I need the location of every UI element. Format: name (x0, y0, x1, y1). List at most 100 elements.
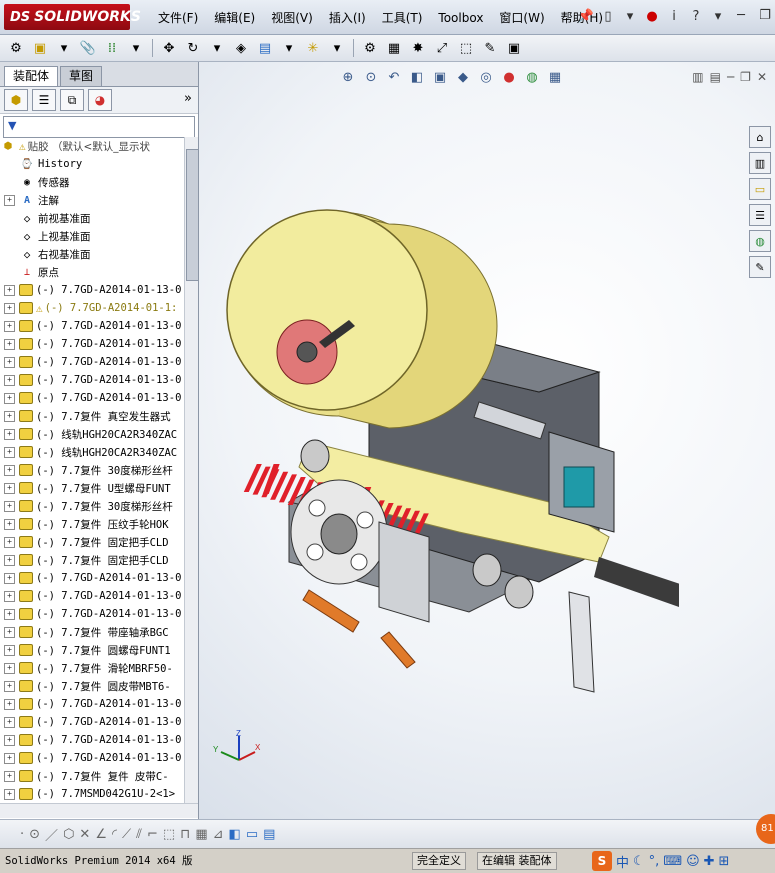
split-vertical-icon[interactable]: ▥ (692, 70, 703, 84)
tree-horizontal-scrollbar[interactable] (0, 803, 198, 818)
expand-icon[interactable]: + (4, 284, 15, 296)
traffic-light-icon[interactable]: ● (643, 7, 661, 25)
info-icon[interactable]: i (665, 7, 683, 25)
interference-detection-icon[interactable]: ⬚ (456, 38, 476, 58)
tree-item[interactable]: ⌚ History (0, 155, 183, 173)
explode-line-sketch-icon[interactable]: ⤢ (432, 38, 452, 58)
tree-item[interactable]: + (-) 7.7复件 滑轮MBRF50- (0, 659, 183, 677)
file-explorer-icon[interactable]: ▭ (749, 178, 771, 200)
restore-doc-icon[interactable]: ❐ (740, 70, 751, 84)
tree-item[interactable]: + (-) 7.7GD-A2014-01-13-0 (0, 335, 183, 353)
insert-component-icon[interactable]: ▣ (30, 38, 50, 58)
tree-item[interactable]: + (-) 7.7GD-A2014-01-13-0 (0, 371, 183, 389)
tree-item[interactable]: + (-) 7.7复件 圆螺母FUNT1 (0, 641, 183, 659)
ime-mode-label[interactable]: 中 (616, 852, 629, 871)
expand-icon[interactable]: + (4, 320, 15, 332)
tree-item[interactable]: + (-) 7.7复件 U型螺母FUNT (0, 479, 183, 497)
menu-item[interactable]: 文件(F) (150, 9, 206, 27)
hide-show-items-icon[interactable]: ◎ (477, 68, 495, 86)
help-icon[interactable]: ? (687, 7, 705, 25)
expand-icon[interactable]: + (4, 788, 15, 800)
apply-scene-icon[interactable]: ◍ (523, 68, 541, 86)
tree-item[interactable]: + (-) 7.7GD-A2014-01-13-0 (0, 731, 183, 749)
new-motion-study-icon[interactable]: ⚙ (360, 38, 380, 58)
menu-item[interactable]: 编辑(E) (206, 9, 263, 27)
edit-appearance-icon[interactable]: ● (500, 68, 518, 86)
expand-icon[interactable]: + (4, 752, 15, 764)
expand-icon[interactable]: + (4, 482, 15, 494)
line-icon[interactable]: ／ (45, 825, 58, 844)
expand-icon[interactable]: + (4, 374, 15, 386)
tree-item[interactable]: + (-) 7.7复件 固定把手CLD (0, 551, 183, 569)
minimize-button[interactable]: ─ (731, 7, 751, 25)
tree-item[interactable]: + (-) 7.7GD-A2014-01-13-0 (0, 587, 183, 605)
tree-root[interactable]: ⬢ ⚠ 贴胶 （默认<默认_显示状 (0, 137, 183, 155)
expand-icon[interactable]: + (4, 554, 15, 566)
expand-icon[interactable]: + (4, 410, 15, 422)
expand-icon[interactable]: + (4, 734, 15, 746)
expand-icon[interactable]: + (4, 338, 15, 350)
polygon-icon[interactable]: ⬡ (63, 827, 74, 842)
design-library-icon[interactable]: ▥ (749, 152, 771, 174)
new-document-icon[interactable]: ▯ (599, 7, 617, 25)
grid-icon[interactable]: ▦ (195, 827, 207, 842)
expand-icon[interactable]: + (4, 536, 15, 548)
large-assembly-icon[interactable]: ▣ (504, 38, 524, 58)
grid-menu-icon[interactable]: ⊞ (719, 854, 730, 869)
dimension-icon[interactable]: ⊓ (180, 827, 190, 842)
dropdown-icon[interactable]: ▾ (207, 38, 227, 58)
view-orientation-icon[interactable]: ▣ (431, 68, 449, 86)
mirror-icon[interactable]: ⟋ (122, 827, 131, 842)
menu-item[interactable]: 窗口(W) (491, 9, 552, 27)
hidden-lines-icon[interactable]: ▭ (246, 827, 258, 842)
solidworks-resources-icon[interactable]: ⌂ (749, 126, 771, 148)
solidworks-logo[interactable]: DS SOLIDWORKS (4, 4, 141, 30)
tree-item[interactable]: + A 注解 (0, 191, 183, 209)
view-palette-icon[interactable]: ☰ (749, 204, 771, 226)
display-manager-icon[interactable]: ◕ (88, 89, 112, 111)
previous-view-icon[interactable]: ↶ (385, 68, 403, 86)
section-view-icon[interactable]: ◧ (408, 68, 426, 86)
graphics-area[interactable]: ⊕ ⊙ ↶ ◧ ▣ ◆ ◎ ● ◍ ▦ ▥ ▤ ─ ❐ ✕ ⌂ ▥ ▭ ☰ ◍ … (199, 62, 775, 819)
tree-item[interactable]: ◉ 传感器 (0, 173, 183, 191)
dropdown-icon[interactable]: ▾ (54, 38, 74, 58)
dropdown-icon[interactable]: ▾ (327, 38, 347, 58)
view-settings-icon[interactable]: ▦ (546, 68, 564, 86)
tree-item[interactable]: ◇ 右视基准面 (0, 245, 183, 263)
menu-item[interactable]: 视图(V) (263, 9, 321, 27)
tree-item[interactable]: + (-) 7.7复件 复件 皮带C- (0, 767, 183, 785)
tree-item[interactable]: + (-) 7.7复件 圆皮带MBT6- (0, 677, 183, 695)
expand-icon[interactable]: + (4, 392, 15, 404)
feature-manager-icon[interactable]: ⬢ (4, 89, 28, 111)
menu-item[interactable]: 插入(I) (321, 9, 374, 27)
expand-icon[interactable]: + (4, 500, 15, 512)
appearances-icon[interactable]: ◍ (749, 230, 771, 252)
component-pattern-icon[interactable]: ⁞⁞ (102, 38, 122, 58)
minimize-doc-icon[interactable]: ─ (727, 70, 734, 84)
expand-icon[interactable]: + (4, 770, 15, 782)
shirt-icon[interactable]: ✚ (704, 854, 715, 869)
expand-icon[interactable]: + (4, 302, 15, 314)
assembly-features-icon[interactable]: ▤ (255, 38, 275, 58)
tree-item[interactable]: ⊥ 原点 (0, 263, 183, 281)
table-icon[interactable]: ▤ (263, 827, 275, 842)
exploded-view-icon[interactable]: ✸ (408, 38, 428, 58)
sogou-icon[interactable]: S (592, 851, 612, 871)
dropdown-icon[interactable]: ▾ (279, 38, 299, 58)
expand-icon[interactable]: + (4, 572, 15, 584)
user-icon[interactable]: ☺ (686, 854, 700, 869)
menu-item[interactable]: Toolbox (430, 9, 491, 27)
zoom-to-area-icon[interactable]: ⊙ (362, 68, 380, 86)
expand-icon[interactable]: + (4, 698, 15, 710)
tree-item[interactable]: + (-) 7.7GD-A2014-01-13-0 (0, 749, 183, 767)
punctuation-icon[interactable]: °, (649, 854, 660, 869)
dropdown-icon[interactable]: ▾ (621, 7, 639, 25)
keyboard-icon[interactable]: ⌨ (663, 854, 682, 869)
tree-item[interactable]: + (-) 7.7复件 压纹手轮HOK (0, 515, 183, 533)
rotate-component-icon[interactable]: ↻ (183, 38, 203, 58)
point-icon[interactable]: · (20, 827, 24, 842)
dropdown-icon[interactable]: ▾ (126, 38, 146, 58)
moon-icon[interactable]: ☾ (633, 854, 645, 869)
tree-item[interactable]: + (-) 7.7复件 带座轴承BGC (0, 623, 183, 641)
expand-icon[interactable]: + (4, 608, 15, 620)
